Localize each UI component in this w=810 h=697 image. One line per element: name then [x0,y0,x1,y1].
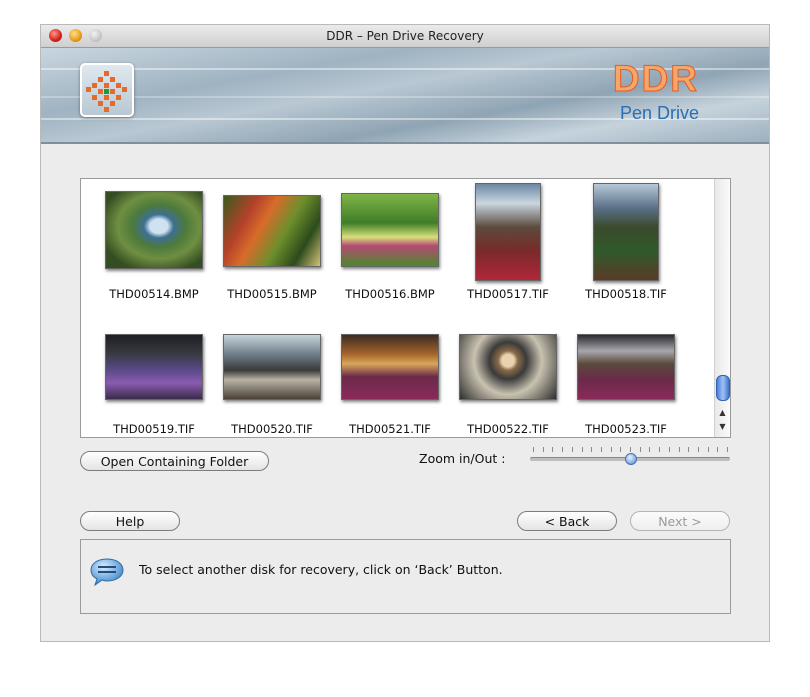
image-preview [475,183,541,281]
back-button[interactable]: < Back [517,511,617,531]
slider-tick [727,447,728,452]
file-name: THD00516.BMP [345,287,435,301]
slider-tick [572,447,573,452]
file-name: THD00518.TIF [585,287,667,301]
slider-tick [698,447,699,452]
image-preview [341,193,439,267]
slider-tick [717,447,718,452]
recovered-files-gallery[interactable]: THD00514.BMP THD00515.BMP THD00516.BMP T… [80,178,731,438]
file-thumbnail[interactable]: THD00519.TIF [95,334,213,436]
info-panel: To select another disk for recovery, cli… [80,539,731,614]
image-preview [593,183,659,281]
image-preview [341,334,439,400]
image-preview [577,334,675,400]
product-name: Pen Drive [619,103,699,123]
file-name: THD00523.TIF [585,422,667,436]
image-preview [223,334,321,400]
file-name: THD00519.TIF [113,422,195,436]
slider-tick [552,447,553,452]
slider-tick [669,447,670,452]
file-thumbnail[interactable]: THD00523.TIF [567,334,685,436]
slider-tick [562,447,563,452]
slider-tick [679,447,680,452]
zoom-label: Zoom in/Out : [419,451,506,466]
slider-tick [659,447,660,452]
file-name: THD00520.TIF [231,422,313,436]
brand-logotype: DDR [612,58,699,100]
scroll-down-arrow-icon[interactable]: ▼ [716,421,729,433]
file-thumbnail[interactable]: THD00521.TIF [331,334,449,436]
logo-grid-icon [86,71,127,112]
app-logo [80,63,134,117]
file-name: THD00522.TIF [467,422,549,436]
image-preview [223,195,321,267]
slider-tick [630,447,631,452]
slider-tick [533,447,534,452]
file-name: THD00521.TIF [349,422,431,436]
help-button[interactable]: Help [80,511,180,531]
open-containing-folder-button[interactable]: Open Containing Folder [80,451,269,471]
slider-tick [688,447,689,452]
file-name: THD00515.BMP [227,287,317,301]
scroll-up-arrow-icon[interactable]: ▲ [716,407,729,419]
file-thumbnail[interactable]: THD00515.BMP [213,191,331,301]
info-message: To select another disk for recovery, cli… [139,562,503,577]
slider-tick [601,447,602,452]
slider-tick [582,447,583,452]
image-preview [459,334,557,400]
file-thumbnail[interactable]: THD00514.BMP [95,191,213,301]
title-bar: DDR – Pen Drive Recovery [41,25,769,48]
window-title: DDR – Pen Drive Recovery [326,29,484,43]
slider-tick [708,447,709,452]
next-button[interactable]: Next > [630,511,730,531]
file-name: THD00517.TIF [467,287,549,301]
app-window: DDR – Pen Drive Recovery DDR Pen Drive T… [41,25,769,641]
file-thumbnail[interactable]: THD00516.BMP [331,191,449,301]
file-thumbnail[interactable]: THD00517.TIF [449,183,567,301]
speech-bubble-icon [90,558,124,586]
file-name: THD00514.BMP [109,287,199,301]
header-banner: DDR Pen Drive [41,48,769,144]
file-thumbnail[interactable]: THD00520.TIF [213,334,331,436]
scrollbar-thumb[interactable] [716,375,730,401]
slider-knob[interactable] [625,453,637,465]
image-preview [105,334,203,400]
slider-tick [611,447,612,452]
gallery-scrollbar[interactable]: ▲ ▼ [714,179,730,437]
slider-tick [543,447,544,452]
file-thumbnail[interactable]: THD00518.TIF [567,183,685,301]
slider-tick [649,447,650,452]
slider-tick [620,447,621,452]
file-thumbnail[interactable]: THD00522.TIF [449,334,567,436]
image-preview [105,191,203,269]
zoom-slider[interactable] [530,445,730,467]
slider-tick [640,447,641,452]
slider-tick [591,447,592,452]
